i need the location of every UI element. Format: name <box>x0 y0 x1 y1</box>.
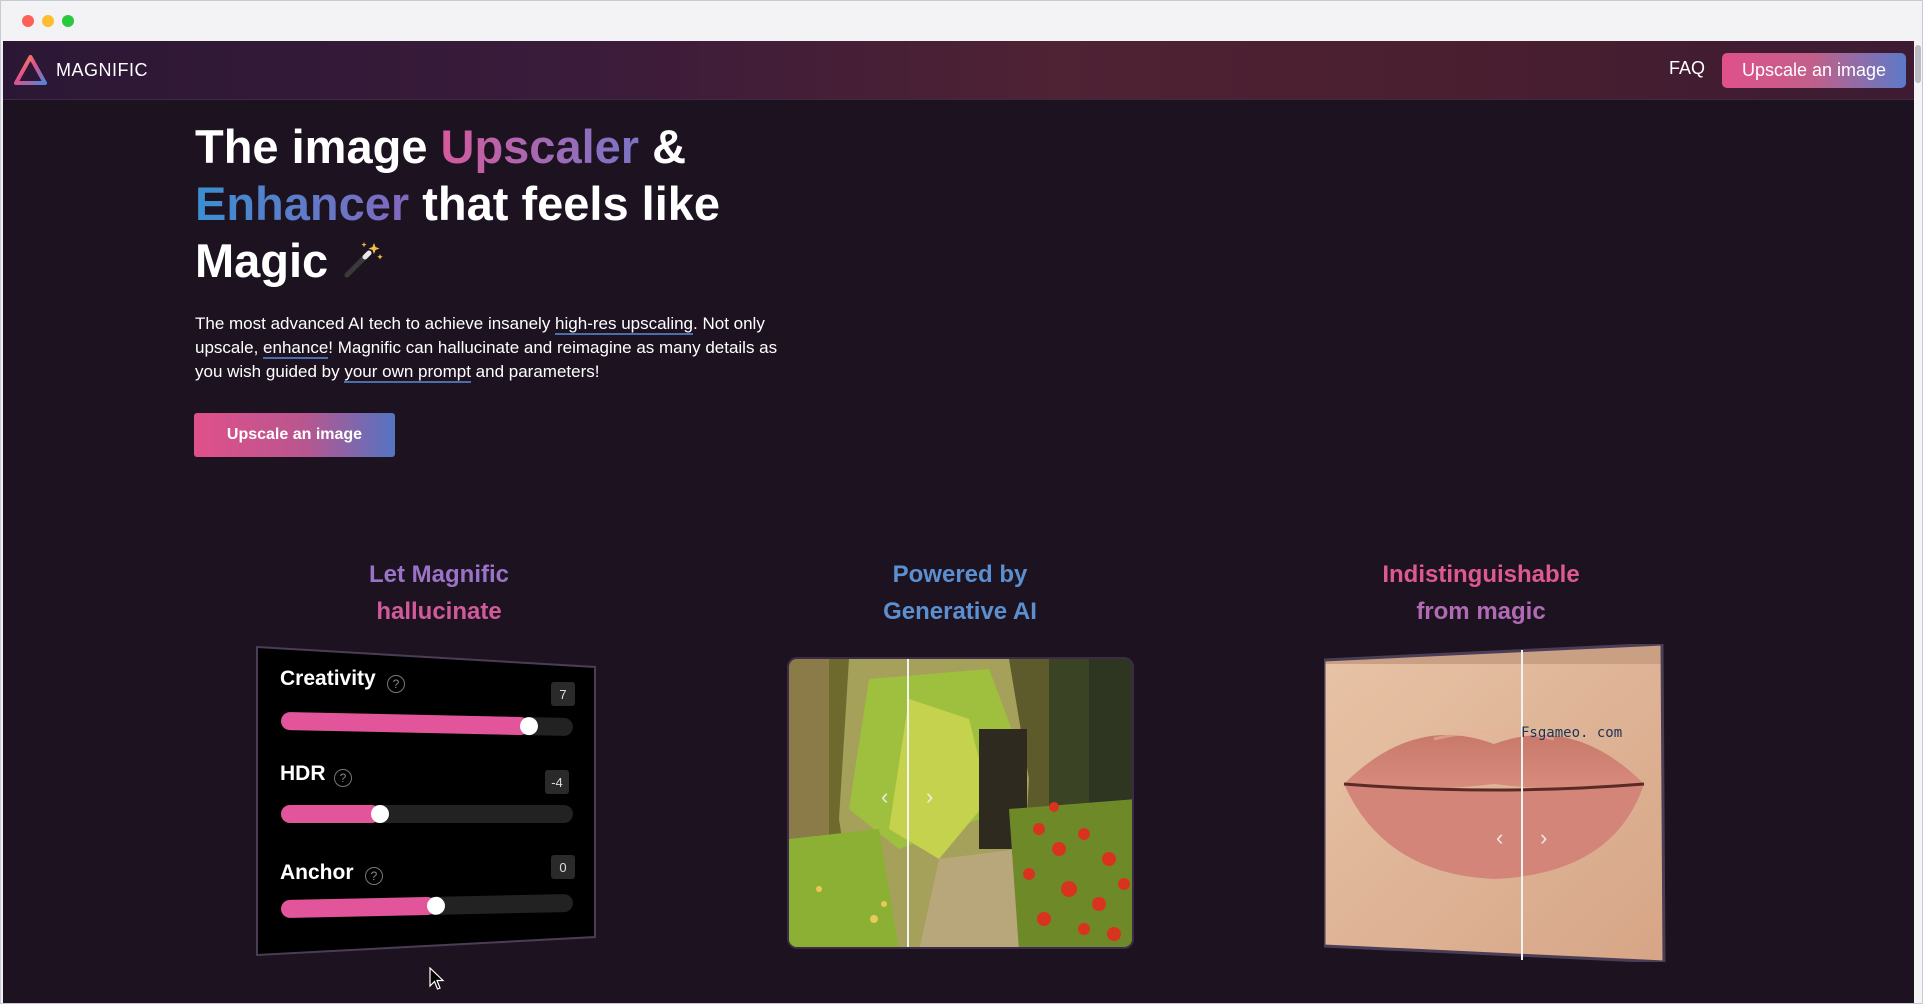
feature-title-hallucinate: Let Magnific hallucinate <box>259 556 619 630</box>
chevron-left-icon[interactable]: ‹ <box>881 784 888 810</box>
lips-photo <box>1322 642 1666 964</box>
compare-divider[interactable] <box>907 659 909 947</box>
desc-text: The most advanced AI tech to achieve ins… <box>195 314 556 333</box>
slider-value-anchor: 0 <box>551 855 575 879</box>
page-viewport: MAGNIFIC FAQ Upscale an image The image … <box>3 41 1914 1003</box>
title-text: & <box>639 120 687 173</box>
hero-upscale-button[interactable]: Upscale an image <box>194 413 395 457</box>
window-titlebar <box>1 1 1922 41</box>
feature-title-line: Indistinguishable <box>1382 561 1580 588</box>
nav-upscale-button[interactable]: Upscale an image <box>1722 53 1906 88</box>
high-res-link[interactable]: high-res upscaling <box>555 314 694 335</box>
close-window-button[interactable] <box>22 15 34 27</box>
chevron-right-icon[interactable]: › <box>926 784 933 810</box>
feature-title-line: hallucinate <box>376 598 502 625</box>
feature-title-line: Generative AI <box>883 598 1037 625</box>
slider-value-hdr: -4 <box>545 770 569 794</box>
chevron-right-icon[interactable]: › <box>1540 825 1547 851</box>
anchor-slider-fill <box>280 896 437 919</box>
slider-label-creativity: Creativity <box>280 667 376 690</box>
forest-compare-image[interactable]: ‹ › <box>787 657 1134 949</box>
hero-description: The most advanced AI tech to achieve ins… <box>195 312 785 384</box>
slider-value-creativity: 7 <box>551 682 575 706</box>
brand-name[interactable]: MAGNIFIC <box>56 60 148 81</box>
logo-triangle-icon[interactable] <box>14 55 47 85</box>
slider-label-hdr: HDR <box>280 762 326 785</box>
enhance-link[interactable]: enhance <box>263 338 329 359</box>
browser-window: MAGNIFIC FAQ Upscale an image The image … <box>0 0 1923 1004</box>
hero-title: The image Upscaler & Enhancer that feels… <box>195 118 835 289</box>
feature-title-line: Powered by <box>892 561 1028 588</box>
desc-text: and parameters! <box>470 362 600 381</box>
title-text: The image <box>195 120 441 173</box>
chevron-left-icon[interactable]: ‹ <box>1496 825 1503 851</box>
title-text: that feels like <box>409 177 721 230</box>
compare-divider[interactable] <box>1521 650 1523 960</box>
feature-title-line: from magic <box>1416 598 1546 625</box>
slider-panel: Creativity ? 7 HDR ? -4 Anchor ? 0 <box>255 645 597 990</box>
hdr-slider-fill <box>281 805 380 823</box>
help-circle-icon[interactable]: ? <box>387 675 405 693</box>
magic-wand-icon <box>344 242 384 278</box>
faq-link[interactable]: FAQ <box>1669 58 1705 79</box>
cursor-icon <box>429 967 445 990</box>
help-circle-icon[interactable]: ? <box>365 867 383 885</box>
hdr-slider[interactable] <box>281 805 573 823</box>
feature-title-generative: Powered by Generative AI <box>780 556 1140 630</box>
scrollbar-thumb[interactable] <box>1915 45 1921 83</box>
help-circle-icon[interactable]: ? <box>334 769 352 787</box>
maximize-window-button[interactable] <box>62 15 74 27</box>
minimize-window-button[interactable] <box>42 15 54 27</box>
feature-title-magic: Indistinguishable from magic <box>1301 556 1661 630</box>
feature-title-line: Let Magnific <box>368 561 509 588</box>
anchor-slider-handle[interactable] <box>426 896 446 915</box>
lips-compare-image[interactable]: ‹ › <box>1322 642 1666 964</box>
creativity-slider-handle[interactable] <box>519 716 539 736</box>
own-prompt-link[interactable]: your own prompt <box>344 362 471 383</box>
title-enhancer: Enhancer <box>195 177 410 230</box>
hdr-slider-handle[interactable] <box>371 805 389 823</box>
top-nav: MAGNIFIC FAQ Upscale an image <box>3 41 1914 100</box>
slider-label-anchor: Anchor <box>280 861 354 884</box>
watermark-text: Fsgameo. com <box>1521 725 1623 741</box>
forest-illustration <box>789 659 1132 947</box>
title-upscaler: Upscaler <box>440 120 640 173</box>
title-magic: Magic <box>195 234 342 287</box>
page-scrollbar[interactable] <box>1914 41 1922 1003</box>
